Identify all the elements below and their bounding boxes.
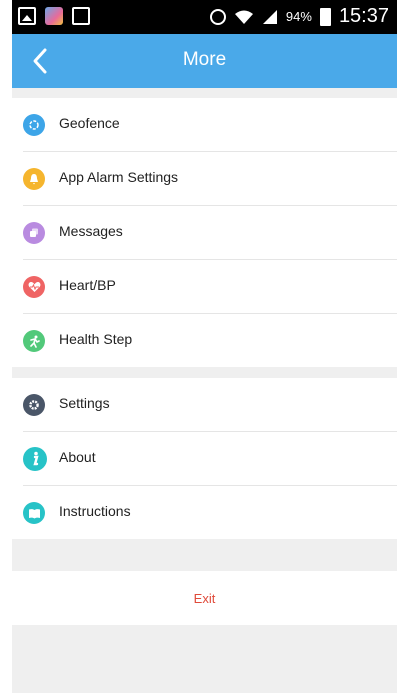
menu-item-label: About — [59, 449, 96, 465]
menu-item-label: Health Step — [59, 331, 133, 347]
runner-icon — [23, 330, 45, 352]
menu-item-about[interactable]: About — [12, 432, 397, 486]
section-separator — [12, 88, 397, 98]
menu-item-health-step[interactable]: Health Step — [12, 314, 397, 368]
gallery-notification-icon — [18, 7, 36, 25]
wifi-icon — [234, 10, 253, 24]
book-icon — [23, 502, 45, 524]
signal-icon — [262, 9, 277, 24]
download-notification-icon — [72, 7, 90, 25]
menu-item-app-alarm-settings[interactable]: App Alarm Settings — [12, 152, 397, 206]
info-icon — [23, 447, 47, 471]
clock: 15:37 — [338, 5, 389, 27]
geofence-icon — [23, 114, 45, 136]
menu-item-messages[interactable]: Messages — [12, 206, 397, 260]
gear-icon — [23, 394, 45, 416]
menu-item-heart-bp[interactable]: Heart/BP — [12, 260, 397, 314]
menu-item-label: Messages — [59, 223, 123, 239]
app-notification-icon — [45, 7, 63, 25]
menu-item-label: Heart/BP — [59, 277, 116, 293]
bell-icon — [23, 168, 45, 190]
menu-item-label: Settings — [59, 395, 110, 411]
menu-item-label: Instructions — [59, 503, 131, 519]
menu-group-app: Settings About Instructions — [12, 378, 397, 540]
heart-icon — [23, 276, 45, 298]
page-title: More — [182, 49, 227, 70]
alarm-icon — [209, 8, 226, 25]
menu-item-settings[interactable]: Settings — [12, 378, 397, 432]
menu-item-geofence[interactable]: Geofence — [12, 98, 397, 152]
exit-button[interactable]: Exit — [12, 591, 397, 606]
battery-percent: 94% — [285, 9, 312, 24]
app-header: More — [12, 34, 397, 88]
status-bar: 94% 15:37 — [12, 0, 397, 34]
menu-item-instructions[interactable]: Instructions — [12, 486, 397, 540]
section-separator — [12, 539, 397, 571]
battery-icon — [319, 7, 331, 26]
exit-row: Exit — [12, 571, 397, 625]
menu-item-label: App Alarm Settings — [59, 169, 179, 185]
footer-area — [12, 625, 397, 693]
section-separator — [12, 367, 397, 378]
menu-item-label: Geofence — [59, 115, 120, 131]
messages-icon — [23, 222, 45, 244]
menu-group-main: Geofence App Alarm Settings Messages Hea… — [12, 98, 397, 368]
